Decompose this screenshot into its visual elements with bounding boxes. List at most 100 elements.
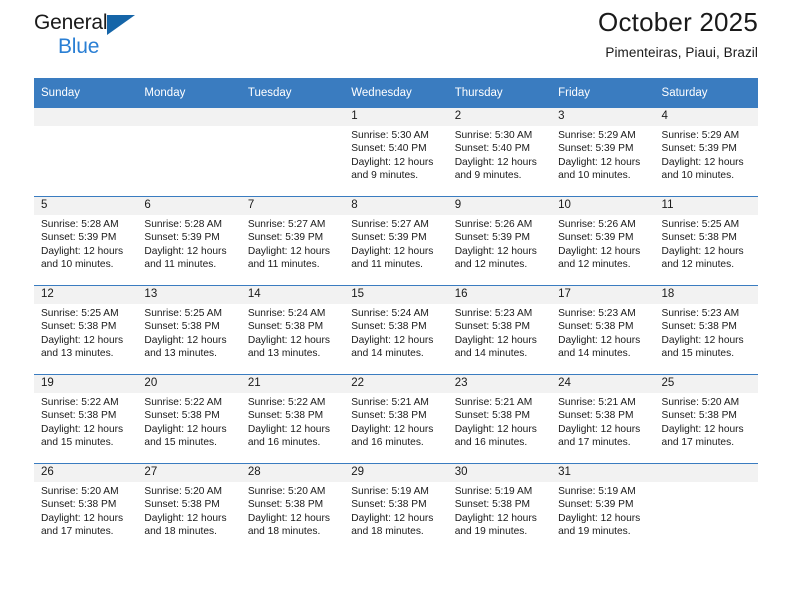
sunset-text: Sunset: 5:39 PM bbox=[41, 232, 117, 244]
day-details: Sunrise: 5:24 AM Sunset: 5:38 PM Daylight:… bbox=[241, 304, 344, 360]
calendar-cell: 9 Sunrise: 5:26 AM Sunset: 5:39 PM Daylight… bbox=[447, 196, 552, 285]
day-cell[interactable]: 25 Sunrise: 5:20 AM Sunset: 5:38 PM Dayligh… bbox=[654, 374, 758, 463]
day-cell[interactable]: 18 Sunrise: 5:23 AM Sunset: 5:38 PM Dayligh… bbox=[654, 285, 758, 374]
day-details: Sunrise: 5:23 AM Sunset: 5:38 PM Daylight:… bbox=[551, 304, 654, 360]
day-details: Sunrise: 5:22 AM Sunset: 5:38 PM Daylight:… bbox=[34, 393, 137, 449]
day-cell[interactable]: 9 Sunrise: 5:26 AM Sunset: 5:39 PM Daylight… bbox=[447, 196, 552, 285]
day-cell[interactable]: 17 Sunrise: 5:23 AM Sunset: 5:38 PM Dayligh… bbox=[551, 285, 655, 374]
sunset-text: Sunset: 5:39 PM bbox=[558, 143, 634, 155]
day-details: Sunrise: 5:25 AM Sunset: 5:38 PM Daylight:… bbox=[137, 304, 240, 360]
sunset-text: Sunset: 5:39 PM bbox=[247, 232, 324, 244]
calendar-week-row: 19 Sunrise: 5:22 AM Sunset: 5:38 PM Dayligh… bbox=[34, 374, 758, 463]
day-cell[interactable]: 30 Sunrise: 5:19 AM Sunset: 5:38 PM Dayligh… bbox=[447, 463, 552, 552]
daylight-text: Daylight: 12 hours and 9 minutes. bbox=[454, 156, 537, 181]
day-cell[interactable]: 15 Sunrise: 5:24 AM Sunset: 5:38 PM Dayligh… bbox=[344, 285, 448, 374]
day-number: 26 bbox=[34, 464, 138, 482]
daylight-text: Daylight: 12 hours and 11 minutes. bbox=[247, 245, 330, 270]
day-number: 24 bbox=[551, 375, 655, 393]
day-cell[interactable]: 2 Sunrise: 5:30 AM Sunset: 5:40 PM Daylight… bbox=[447, 107, 552, 196]
calendar-cell: 8 Sunrise: 5:27 AM Sunset: 5:39 PM Daylight… bbox=[344, 196, 448, 285]
weekday-header-sunday: Sunday bbox=[34, 78, 138, 107]
day-number: 11 bbox=[654, 197, 758, 215]
day-cell[interactable]: 3 Sunrise: 5:29 AM Sunset: 5:39 PM Daylight… bbox=[551, 107, 655, 196]
day-cell[interactable]: 26 Sunrise: 5:20 AM Sunset: 5:38 PM Dayligh… bbox=[34, 463, 138, 552]
day-number bbox=[137, 108, 241, 126]
day-cell[interactable]: 8 Sunrise: 5:27 AM Sunset: 5:39 PM Daylight… bbox=[344, 196, 448, 285]
day-cell[interactable]: 12 Sunrise: 5:25 AM Sunset: 5:38 PM Dayligh… bbox=[34, 285, 138, 374]
calendar-cell: 27 Sunrise: 5:20 AM Sunset: 5:38 PM Dayligh… bbox=[137, 463, 241, 552]
sunrise-text: Sunrise: 5:28 AM bbox=[144, 219, 223, 230]
day-details: Sunrise: 5:20 AM Sunset: 5:38 PM Daylight:… bbox=[137, 482, 240, 538]
sunrise-text: Sunrise: 5:21 AM bbox=[454, 397, 533, 408]
sunset-text: Sunset: 5:38 PM bbox=[351, 499, 427, 511]
day-cell[interactable]: 6 Sunrise: 5:28 AM Sunset: 5:39 PM Daylight… bbox=[137, 196, 241, 285]
day-cell[interactable]: 4 Sunrise: 5:29 AM Sunset: 5:39 PM Daylight… bbox=[654, 107, 758, 196]
day-details: Sunrise: 5:21 AM Sunset: 5:38 PM Daylight:… bbox=[551, 393, 654, 449]
sunrise-text: Sunrise: 5:24 AM bbox=[351, 308, 429, 319]
day-number: 16 bbox=[447, 286, 552, 304]
day-details: Sunrise: 5:23 AM Sunset: 5:38 PM Daylight:… bbox=[448, 304, 551, 360]
calendar-cell: 23 Sunrise: 5:21 AM Sunset: 5:38 PM Dayligh… bbox=[447, 374, 552, 463]
calendar-cell: 10 Sunrise: 5:26 AM Sunset: 5:39 PM Dayligh… bbox=[551, 196, 655, 285]
sunset-text: Sunset: 5:38 PM bbox=[454, 499, 531, 511]
sunrise-text: Sunrise: 5:19 AM bbox=[351, 486, 429, 497]
day-number: 31 bbox=[551, 464, 655, 482]
sunrise-text: Sunrise: 5:20 AM bbox=[661, 397, 740, 408]
daylight-text: Daylight: 12 hours and 14 minutes. bbox=[454, 334, 537, 359]
day-details: Sunrise: 5:20 AM Sunset: 5:38 PM Daylight:… bbox=[655, 393, 758, 449]
sunset-text: Sunset: 5:38 PM bbox=[351, 410, 427, 422]
calendar-page: General Blue October 2025 Pimenteiras, P… bbox=[0, 0, 792, 612]
day-number: 17 bbox=[551, 286, 655, 304]
day-number: 19 bbox=[34, 375, 138, 393]
day-cell[interactable]: 11 Sunrise: 5:25 AM Sunset: 5:38 PM Dayligh… bbox=[654, 196, 758, 285]
day-cell[interactable]: 5 Sunrise: 5:28 AM Sunset: 5:39 PM Daylight… bbox=[34, 196, 138, 285]
day-number: 10 bbox=[551, 197, 655, 215]
calendar-cell: 2 Sunrise: 5:30 AM Sunset: 5:40 PM Daylight… bbox=[447, 107, 552, 196]
sunrise-text: Sunrise: 5:25 AM bbox=[144, 308, 223, 319]
day-cell[interactable]: 19 Sunrise: 5:22 AM Sunset: 5:38 PM Dayligh… bbox=[34, 374, 138, 463]
day-cell[interactable]: 22 Sunrise: 5:21 AM Sunset: 5:38 PM Dayligh… bbox=[344, 374, 448, 463]
calendar-cell: 18 Sunrise: 5:23 AM Sunset: 5:38 PM Dayligh… bbox=[654, 285, 758, 374]
day-number: 25 bbox=[654, 375, 758, 393]
sunset-text: Sunset: 5:38 PM bbox=[558, 410, 634, 422]
day-cell[interactable]: 21 Sunrise: 5:22 AM Sunset: 5:38 PM Dayligh… bbox=[240, 374, 345, 463]
day-number: 13 bbox=[137, 286, 241, 304]
day-cell-empty bbox=[240, 107, 345, 196]
sunrise-text: Sunrise: 5:22 AM bbox=[41, 397, 119, 408]
day-cell[interactable]: 27 Sunrise: 5:20 AM Sunset: 5:38 PM Dayligh… bbox=[137, 463, 241, 552]
calendar-cell: 25 Sunrise: 5:20 AM Sunset: 5:38 PM Dayligh… bbox=[654, 374, 758, 463]
daylight-text: Daylight: 12 hours and 18 minutes. bbox=[351, 512, 434, 537]
day-details: Sunrise: 5:28 AM Sunset: 5:39 PM Daylight:… bbox=[137, 215, 240, 271]
sunset-text: Sunset: 5:38 PM bbox=[144, 410, 220, 422]
daylight-text: Daylight: 12 hours and 17 minutes. bbox=[41, 512, 124, 537]
sunrise-text: Sunrise: 5:20 AM bbox=[144, 486, 223, 497]
day-cell[interactable]: 16 Sunrise: 5:23 AM Sunset: 5:38 PM Dayligh… bbox=[447, 285, 552, 374]
day-cell[interactable]: 24 Sunrise: 5:21 AM Sunset: 5:38 PM Dayligh… bbox=[551, 374, 655, 463]
day-details: Sunrise: 5:22 AM Sunset: 5:38 PM Daylight:… bbox=[241, 393, 344, 449]
day-cell[interactable]: 31 Sunrise: 5:19 AM Sunset: 5:39 PM Dayligh… bbox=[551, 463, 655, 552]
day-cell[interactable]: 1 Sunrise: 5:30 AM Sunset: 5:40 PM Daylight… bbox=[344, 107, 448, 196]
sunrise-text: Sunrise: 5:20 AM bbox=[247, 486, 326, 497]
day-cell[interactable]: 23 Sunrise: 5:21 AM Sunset: 5:38 PM Dayligh… bbox=[447, 374, 552, 463]
sunset-text: Sunset: 5:38 PM bbox=[144, 321, 220, 333]
day-number: 29 bbox=[344, 464, 448, 482]
daylight-text: Daylight: 12 hours and 9 minutes. bbox=[351, 156, 434, 181]
general-blue-logo[interactable]: General Blue bbox=[34, 12, 174, 64]
calendar-cell: 29 Sunrise: 5:19 AM Sunset: 5:38 PM Dayligh… bbox=[344, 463, 448, 552]
day-cell[interactable]: 20 Sunrise: 5:22 AM Sunset: 5:38 PM Dayligh… bbox=[137, 374, 241, 463]
sunset-text: Sunset: 5:39 PM bbox=[144, 232, 220, 244]
day-details: Sunrise: 5:21 AM Sunset: 5:38 PM Daylight:… bbox=[448, 393, 551, 449]
day-cell[interactable]: 14 Sunrise: 5:24 AM Sunset: 5:38 PM Dayligh… bbox=[240, 285, 345, 374]
day-number bbox=[654, 464, 758, 482]
sunrise-text: Sunrise: 5:19 AM bbox=[454, 486, 533, 497]
day-cell[interactable]: 10 Sunrise: 5:26 AM Sunset: 5:39 PM Dayligh… bbox=[551, 196, 655, 285]
day-number: 9 bbox=[447, 197, 552, 215]
day-number bbox=[34, 108, 138, 126]
day-cell[interactable]: 29 Sunrise: 5:19 AM Sunset: 5:38 PM Dayligh… bbox=[344, 463, 448, 552]
day-cell[interactable]: 28 Sunrise: 5:20 AM Sunset: 5:38 PM Dayligh… bbox=[240, 463, 345, 552]
sunset-text: Sunset: 5:38 PM bbox=[247, 321, 324, 333]
day-cell[interactable]: 13 Sunrise: 5:25 AM Sunset: 5:38 PM Dayligh… bbox=[137, 285, 241, 374]
day-number: 30 bbox=[447, 464, 552, 482]
day-cell[interactable]: 7 Sunrise: 5:27 AM Sunset: 5:39 PM Daylight… bbox=[240, 196, 345, 285]
daylight-text: Daylight: 12 hours and 13 minutes. bbox=[41, 334, 124, 359]
